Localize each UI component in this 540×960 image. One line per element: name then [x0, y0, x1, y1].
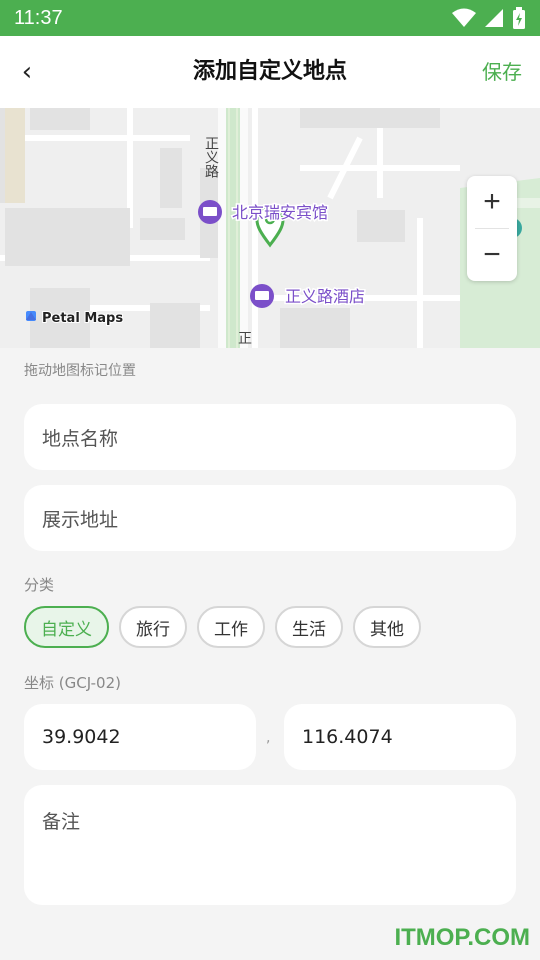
coordinate-separator: , — [266, 730, 271, 746]
map-attribution: Petal Maps — [42, 311, 123, 326]
chip-travel[interactable]: 旅行 — [119, 606, 187, 648]
page-title: 添加自定义地点 — [192, 59, 347, 84]
place-name-input[interactable]: 地点名称 — [24, 404, 516, 470]
watermark: ITMOP.COM — [394, 924, 530, 951]
category-label: 分类 — [24, 576, 55, 594]
chevron-left-icon: ‹ — [21, 57, 33, 87]
zoom-controls: + − — [467, 176, 517, 281]
map-road-label: 正 — [238, 331, 252, 347]
signal-icon — [485, 9, 503, 27]
latitude-input[interactable]: 39.9042 — [24, 704, 256, 770]
petal-maps-logo — [26, 311, 36, 321]
map-hint: 拖动地图标记位置 — [24, 363, 136, 379]
map-poi-label[interactable]: 北京瑞安宾馆 — [231, 202, 330, 224]
status-icons — [452, 7, 526, 29]
chip-life[interactable]: 生活 — [275, 606, 343, 648]
zoom-out-button[interactable]: − — [467, 229, 517, 281]
note-input[interactable]: 备注 — [24, 785, 516, 905]
status-time: 11:37 — [14, 6, 63, 29]
map-road-label: 正义路 — [203, 136, 219, 178]
map-poi-label[interactable]: 正义路酒店 — [284, 286, 367, 308]
wifi-icon — [452, 8, 476, 27]
chip-work[interactable]: 工作 — [197, 606, 265, 648]
display-address-input[interactable]: 展示地址 — [24, 485, 516, 551]
map-canvas[interactable]: 正义路 正 北京瑞安宾馆 正义路酒店 Petal Maps — [0, 108, 540, 348]
chip-other[interactable]: 其他 — [353, 606, 421, 648]
map-view[interactable]: 正义路 正 北京瑞安宾馆 正义路酒店 Petal Maps — [0, 108, 540, 348]
longitude-input[interactable]: 116.4074 — [284, 704, 516, 770]
app-bar: ‹ 添加自定义地点 保存 — [0, 36, 540, 108]
save-button[interactable]: 保存 — [482, 56, 522, 85]
back-button[interactable]: ‹ — [12, 56, 42, 88]
status-bar: 11:37 — [0, 0, 540, 36]
category-chips: 自定义 旅行 工作 生活 其他 — [24, 606, 421, 648]
battery-icon — [513, 7, 525, 29]
zoom-in-button[interactable]: + — [467, 176, 517, 228]
coordinate-label: 坐标 (GCJ-02) — [24, 674, 121, 692]
chip-custom[interactable]: 自定义 — [24, 606, 109, 648]
